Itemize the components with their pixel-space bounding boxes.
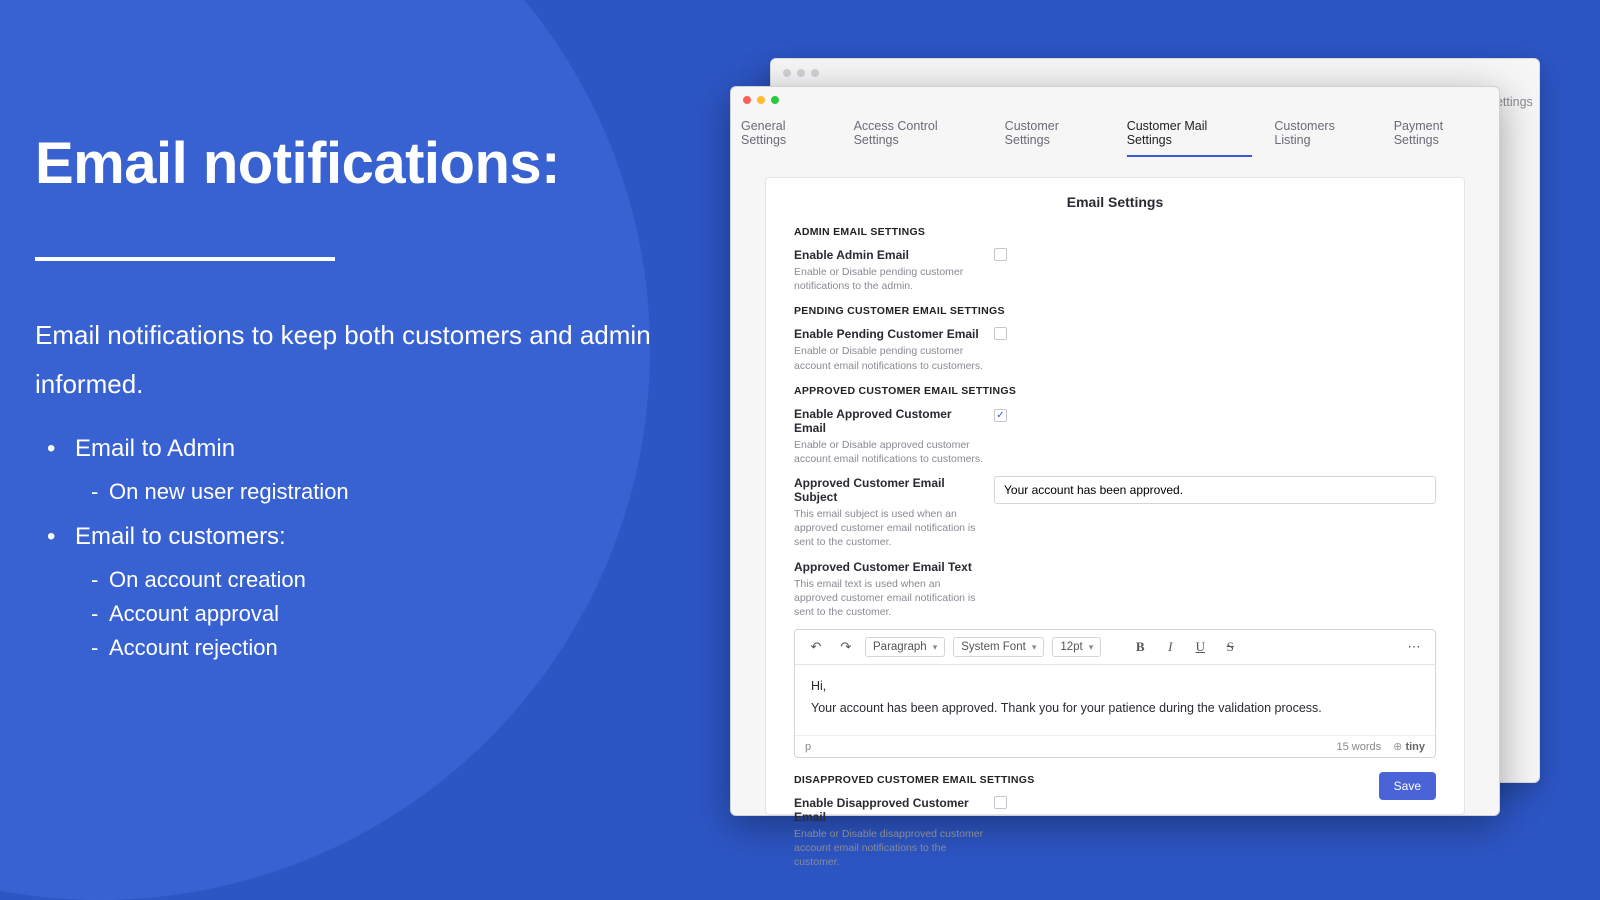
approved-enable-label: Enable Approved Customer Email [794, 407, 986, 435]
block-format-select[interactable]: Paragraph ▾ [865, 637, 945, 657]
editor-path: p [805, 741, 811, 753]
tab-customers-listing[interactable]: Customers Listing [1274, 119, 1371, 157]
admin-enable-label: Enable Admin Email [794, 248, 986, 262]
promo-title: Email notifications: [35, 130, 655, 197]
panel-title: Email Settings [794, 194, 1436, 210]
bullet-admin-label: Email to Admin [75, 435, 235, 462]
promo-subtitle: Email notifications to keep both custome… [35, 311, 655, 410]
font-family-select[interactable]: System Font ▾ [953, 637, 1044, 657]
chevron-down-icon: ▾ [1032, 642, 1037, 653]
bullet-admin: Email to Admin On new user registration [35, 435, 655, 505]
approved-subject-desc: This email subject is used when an appro… [794, 507, 984, 550]
window-controls [743, 96, 779, 104]
disapproved-enable-label: Enable Disapproved Customer Email [794, 796, 986, 824]
approved-text-label: Approved Customer Email Text [794, 560, 986, 574]
settings-window: General Settings Access Control Settings… [730, 86, 1500, 816]
rich-text-editor: ↶ ↷ Paragraph▾ System Font▾ 12pt▾ B I U … [794, 629, 1436, 758]
more-icon[interactable]: ⋯ [1403, 636, 1425, 658]
block-format-value: Paragraph [873, 641, 927, 653]
approved-enable-checkbox[interactable]: ✓ [994, 409, 1007, 422]
minimize-icon[interactable] [757, 96, 765, 104]
editor-toolbar: ↶ ↷ Paragraph▾ System Font▾ 12pt▾ B I U … [795, 630, 1435, 665]
pending-enable-label: Enable Pending Customer Email [794, 327, 986, 341]
strikethrough-icon[interactable]: S [1219, 636, 1241, 658]
sub-bullet-approval: Account approval [75, 601, 655, 627]
font-size-value: 12pt [1060, 641, 1082, 653]
bold-icon[interactable]: B [1129, 636, 1151, 658]
sub-bullet-registration: On new user registration [75, 479, 655, 505]
divider [35, 257, 335, 261]
approved-text-desc: This email text is used when an approved… [794, 577, 984, 620]
tab-general[interactable]: General Settings [741, 119, 832, 157]
redo-icon[interactable]: ↷ [835, 636, 857, 658]
sub-bullet-creation: On account creation [75, 567, 655, 593]
italic-icon[interactable]: I [1159, 636, 1181, 658]
tab-payment[interactable]: Payment Settings [1394, 119, 1489, 157]
maximize-icon[interactable] [771, 96, 779, 104]
font-size-select[interactable]: 12pt ▾ [1052, 637, 1101, 657]
word-count: 15 words [1337, 741, 1382, 753]
tiny-label: tiny [1405, 741, 1425, 753]
chevron-down-icon: ▾ [1089, 642, 1094, 653]
tab-customer-mail[interactable]: Customer Mail Settings [1127, 119, 1253, 157]
section-disapproved: DISAPPROVED CUSTOMER EMAIL SETTINGS [794, 774, 1436, 786]
close-icon[interactable] [743, 96, 751, 104]
tiny-logo: ⊕ tiny [1393, 740, 1425, 753]
save-button[interactable]: Save [1379, 772, 1436, 800]
section-admin: ADMIN EMAIL SETTINGS [794, 226, 1436, 238]
font-family-value: System Font [961, 641, 1026, 653]
pending-enable-checkbox[interactable] [994, 327, 1007, 340]
pending-enable-desc: Enable or Disable pending customer accou… [794, 344, 984, 372]
approved-subject-label: Approved Customer Email Subject [794, 476, 986, 504]
promo-text-panel: Email notifications: Email notifications… [35, 130, 655, 679]
chevron-down-icon: ▾ [933, 642, 938, 653]
settings-tabs: General Settings Access Control Settings… [731, 87, 1499, 167]
bullet-customers-label: Email to customers: [75, 523, 286, 550]
approved-enable-desc: Enable or Disable approved customer acco… [794, 438, 984, 466]
disapproved-enable-desc: Enable or Disable disapproved customer a… [794, 827, 984, 870]
tab-access-control[interactable]: Access Control Settings [854, 119, 983, 157]
admin-enable-checkbox[interactable] [994, 248, 1007, 261]
bullet-customers: Email to customers: On account creation … [35, 523, 655, 661]
email-settings-panel: Email Settings ADMIN EMAIL SETTINGS Enab… [765, 177, 1465, 815]
approved-subject-input[interactable] [994, 476, 1436, 504]
section-approved: APPROVED CUSTOMER EMAIL SETTINGS [794, 385, 1436, 397]
underline-icon[interactable]: U [1189, 636, 1211, 658]
editor-content[interactable]: Hi, Your account has been approved. Than… [795, 665, 1435, 735]
editor-line-1: Hi, [811, 679, 1419, 693]
disapproved-enable-checkbox[interactable] [994, 796, 1007, 809]
sub-bullet-rejection: Account rejection [75, 635, 655, 661]
tab-customer[interactable]: Customer Settings [1005, 119, 1105, 157]
section-pending: PENDING CUSTOMER EMAIL SETTINGS [794, 305, 1436, 317]
admin-enable-desc: Enable or Disable pending customer notif… [794, 265, 984, 293]
editor-line-2: Your account has been approved. Thank yo… [811, 701, 1419, 715]
undo-icon[interactable]: ↶ [805, 636, 827, 658]
